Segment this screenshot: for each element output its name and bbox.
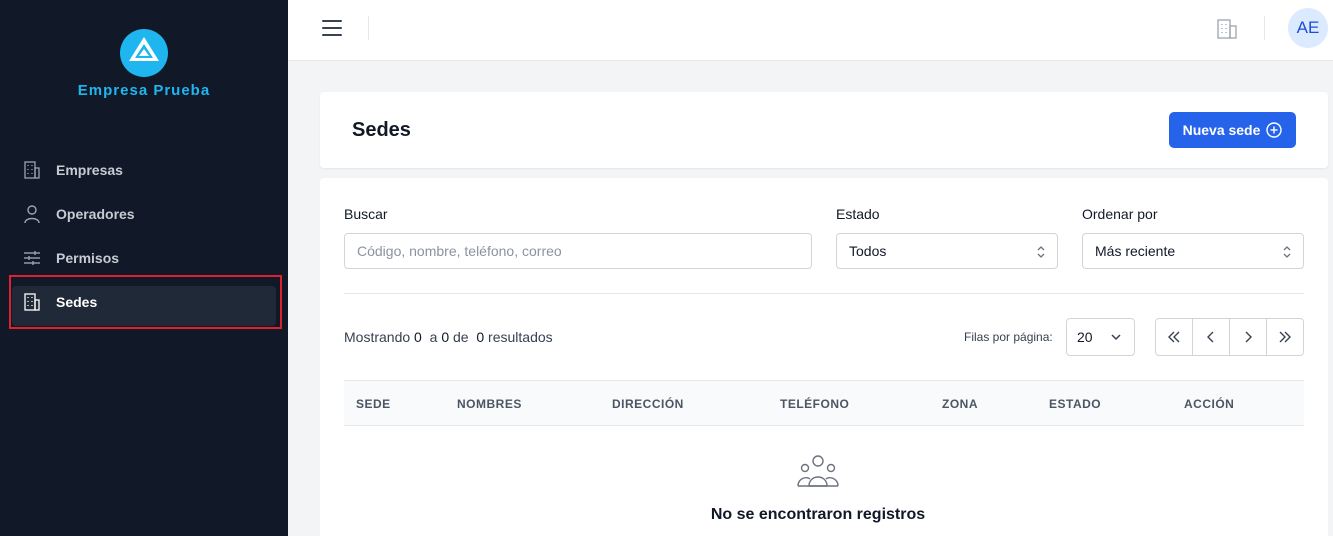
building-icon	[20, 158, 44, 182]
previous-page-button[interactable]	[1193, 319, 1230, 355]
sidebar-item-empresas[interactable]: Empresas	[8, 148, 280, 192]
order-select-value: Más reciente	[1095, 243, 1176, 259]
chevron-right-icon	[1245, 331, 1252, 343]
chevron-left-icon	[1207, 331, 1214, 343]
column-header-zona[interactable]: ZONA	[942, 397, 978, 411]
results-word: resultados	[488, 329, 553, 345]
column-header-direccion[interactable]: DIRECCIÓN	[612, 397, 684, 411]
sidebar-item-label: Operadores	[56, 206, 135, 222]
sliders-icon	[20, 246, 44, 270]
sidebar-item-label: Empresas	[56, 162, 123, 178]
brand-logo[interactable]: Empresa Prueba	[0, 28, 288, 99]
updown-icon	[1037, 246, 1045, 258]
table-header: SEDE NOMBRES DIRECCIÓN TELÉFONO ZONA EST…	[344, 380, 1304, 426]
sidebar-item-label: Permisos	[56, 250, 120, 266]
brand-name: Empresa Prueba	[77, 82, 211, 99]
sidebar-nav: Empresas Operadores Permisos Sedes	[8, 148, 280, 326]
status-select[interactable]: Todos	[836, 233, 1058, 269]
divider	[368, 16, 369, 40]
results-summary: Mostrando 0 a 0 de 0 resultados	[344, 329, 553, 345]
sidebar-item-sedes[interactable]: Sedes	[8, 280, 280, 326]
triangle-logo-icon	[120, 29, 168, 77]
user-icon	[20, 202, 44, 226]
results-from: 0	[414, 329, 422, 345]
building-icon	[20, 290, 44, 314]
page-title: Sedes	[352, 119, 411, 141]
sidebar-item-label: Sedes	[56, 294, 98, 310]
showing-prefix: Mostrando	[344, 329, 411, 345]
new-sede-button[interactable]: Nueva sede	[1169, 112, 1296, 148]
column-header-telefono[interactable]: TELÉFONO	[780, 397, 849, 411]
chevrons-right-icon	[1279, 331, 1291, 343]
rows-per-page-select[interactable]: 20	[1066, 318, 1135, 356]
new-sede-label: Nueva sede	[1182, 122, 1261, 138]
topbar: AE	[288, 0, 1333, 61]
order-label: Ordenar por	[1082, 206, 1158, 222]
avatar[interactable]: AE	[1288, 8, 1328, 48]
column-header-nombres[interactable]: NOMBRES	[457, 397, 522, 411]
last-page-button[interactable]	[1267, 319, 1303, 355]
building-icon[interactable]	[1214, 16, 1240, 42]
next-page-button[interactable]	[1230, 319, 1267, 355]
rows-per-page-label: Filas por página:	[964, 330, 1053, 344]
search-input[interactable]: Código, nombre, teléfono, correo	[344, 233, 812, 269]
column-header-sede[interactable]: SEDE	[356, 397, 391, 411]
results-to: 0	[441, 329, 450, 345]
pagination	[1155, 318, 1304, 356]
status-select-value: Todos	[849, 243, 887, 259]
chevron-down-icon	[1111, 334, 1121, 341]
sidebar-item-operadores[interactable]: Operadores	[8, 192, 280, 236]
column-header-accion[interactable]: ACCIÓN	[1184, 397, 1234, 411]
results-total: 0	[476, 329, 485, 345]
active-item-background	[12, 286, 276, 326]
hamburger-menu-icon[interactable]	[320, 16, 344, 40]
users-group-icon	[797, 455, 839, 487]
plus-circle-icon	[1266, 122, 1283, 138]
sedes-panel: Buscar Código, nombre, teléfono, correo …	[320, 178, 1328, 536]
empty-state-message: No se encontraron registros	[710, 506, 926, 523]
rows-per-page-value: 20	[1077, 329, 1093, 345]
divider	[344, 293, 1304, 294]
first-page-button[interactable]	[1156, 319, 1193, 355]
column-header-estado[interactable]: ESTADO	[1049, 397, 1101, 411]
results-to-word: a	[429, 329, 438, 345]
page-header: Sedes Nueva sede	[320, 92, 1328, 168]
results-of-word: de	[453, 329, 469, 345]
status-label: Estado	[836, 206, 880, 222]
sidebar: Empresa Prueba Empresas Operadores Permi…	[0, 0, 288, 536]
sidebar-item-permisos[interactable]: Permisos	[8, 236, 280, 280]
chevrons-left-icon	[1168, 331, 1180, 343]
divider	[1264, 16, 1265, 40]
updown-icon	[1283, 246, 1291, 258]
search-label: Buscar	[344, 206, 388, 222]
order-select[interactable]: Más reciente	[1082, 233, 1304, 269]
